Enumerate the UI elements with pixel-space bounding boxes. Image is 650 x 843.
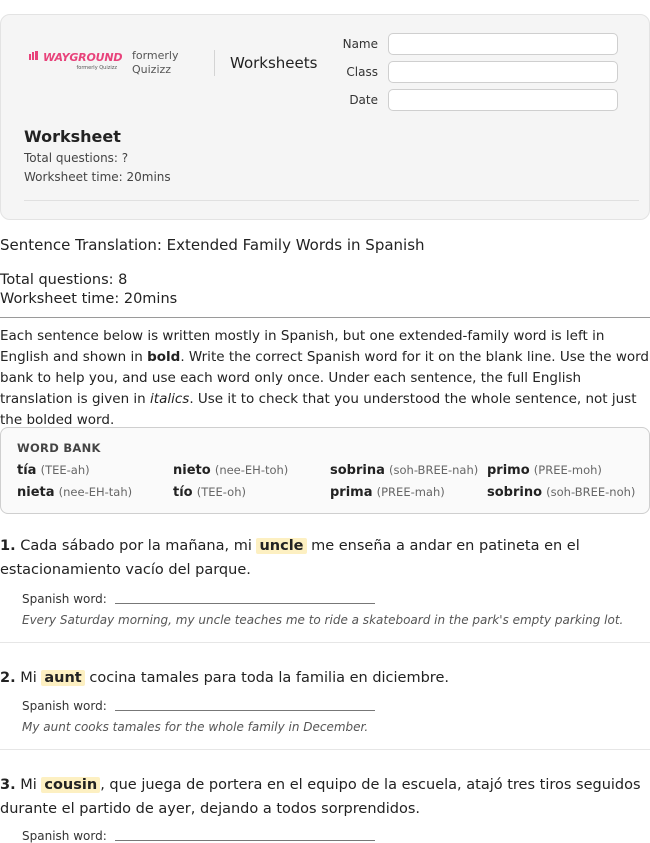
bank-word: primo (PREE-moh) xyxy=(487,463,602,478)
bank-word: tía (TEE-ah) xyxy=(17,463,90,478)
bank-word: prima (PREE-mah) xyxy=(330,485,445,500)
highlighted-word: cousin xyxy=(41,777,101,793)
bank-word: sobrina (soh-BREE-nah) xyxy=(330,463,479,478)
worksheet-heading: Worksheet xyxy=(24,127,121,146)
answer-blank[interactable]: Spanish word: xyxy=(22,699,375,713)
date-input[interactable] xyxy=(388,89,618,111)
card-divider xyxy=(24,200,639,201)
document-title: Sentence Translation: Extended Family Wo… xyxy=(0,236,425,254)
name-field-row: Name xyxy=(331,33,631,55)
class-input[interactable] xyxy=(388,61,618,83)
class-field-row: Class xyxy=(331,61,631,83)
answer-line[interactable] xyxy=(114,710,375,711)
answer-blank[interactable]: Spanish word: xyxy=(22,829,375,843)
doc-divider xyxy=(0,317,650,318)
card-worksheet-time: Worksheet time: 20mins xyxy=(24,170,171,184)
date-field-row: Date xyxy=(331,89,631,111)
date-label: Date xyxy=(349,93,378,107)
word-bank-title: WORD BANK xyxy=(17,441,101,455)
question-2: 2. Mi aunt cocina tamales para toda la f… xyxy=(0,666,650,690)
answer-line[interactable] xyxy=(114,840,375,841)
question-divider xyxy=(0,749,650,750)
bank-word: tío (TEE-oh) xyxy=(173,485,246,500)
question-divider xyxy=(0,642,650,643)
worksheet-header-card: WAYGROUND formerly Quizizz formerly Quiz… xyxy=(0,14,650,220)
name-label: Name xyxy=(342,37,378,51)
wayground-mark-icon xyxy=(29,51,43,65)
question-text: 2. Mi aunt cocina tamales para toda la f… xyxy=(0,670,449,686)
question-text: 3. Mi cousin, que juega de portera en el… xyxy=(0,777,641,817)
question-text: 1. Cada sábado por la mañana, mi uncle m… xyxy=(0,538,580,578)
logo-subtitle: formerly Quizizz xyxy=(76,65,117,71)
bank-word: nieto (nee-EH-toh) xyxy=(173,463,289,478)
highlighted-word: aunt xyxy=(41,670,85,686)
question-translation: Every Saturday morning, my uncle teaches… xyxy=(22,613,624,627)
header-divider xyxy=(214,50,215,76)
question-1: 1. Cada sábado por la mañana, mi uncle m… xyxy=(0,534,650,582)
answer-blank[interactable]: Spanish word: xyxy=(22,592,375,606)
doc-worksheet-time: Worksheet time: 20mins xyxy=(0,291,178,307)
question-3: 3. Mi cousin, que juega de portera en el… xyxy=(0,773,650,821)
name-input[interactable] xyxy=(388,33,618,55)
formerly-label: formerly Quizizz xyxy=(132,49,179,76)
highlighted-word: uncle xyxy=(256,538,307,554)
card-total-questions: Total questions: ? xyxy=(24,151,129,165)
product-title: Worksheets xyxy=(230,54,318,72)
wayground-logo: WAYGROUND formerly Quizizz xyxy=(29,51,123,71)
answer-line[interactable] xyxy=(114,603,375,604)
class-label: Class xyxy=(346,65,378,79)
bank-word: nieta (nee-EH-tah) xyxy=(17,485,133,500)
instructions: Each sentence below is written mostly in… xyxy=(0,328,649,428)
question-translation: My aunt cooks tamales for the whole fami… xyxy=(22,720,369,734)
word-bank: WORD BANK tía (TEE-ah) nieto (nee-EH-toh… xyxy=(0,427,650,514)
bank-word: sobrino (soh-BREE-noh) xyxy=(487,485,636,500)
doc-total-questions: Total questions: 8 xyxy=(0,272,128,288)
logo-wordmark: WAYGROUND xyxy=(43,51,123,64)
